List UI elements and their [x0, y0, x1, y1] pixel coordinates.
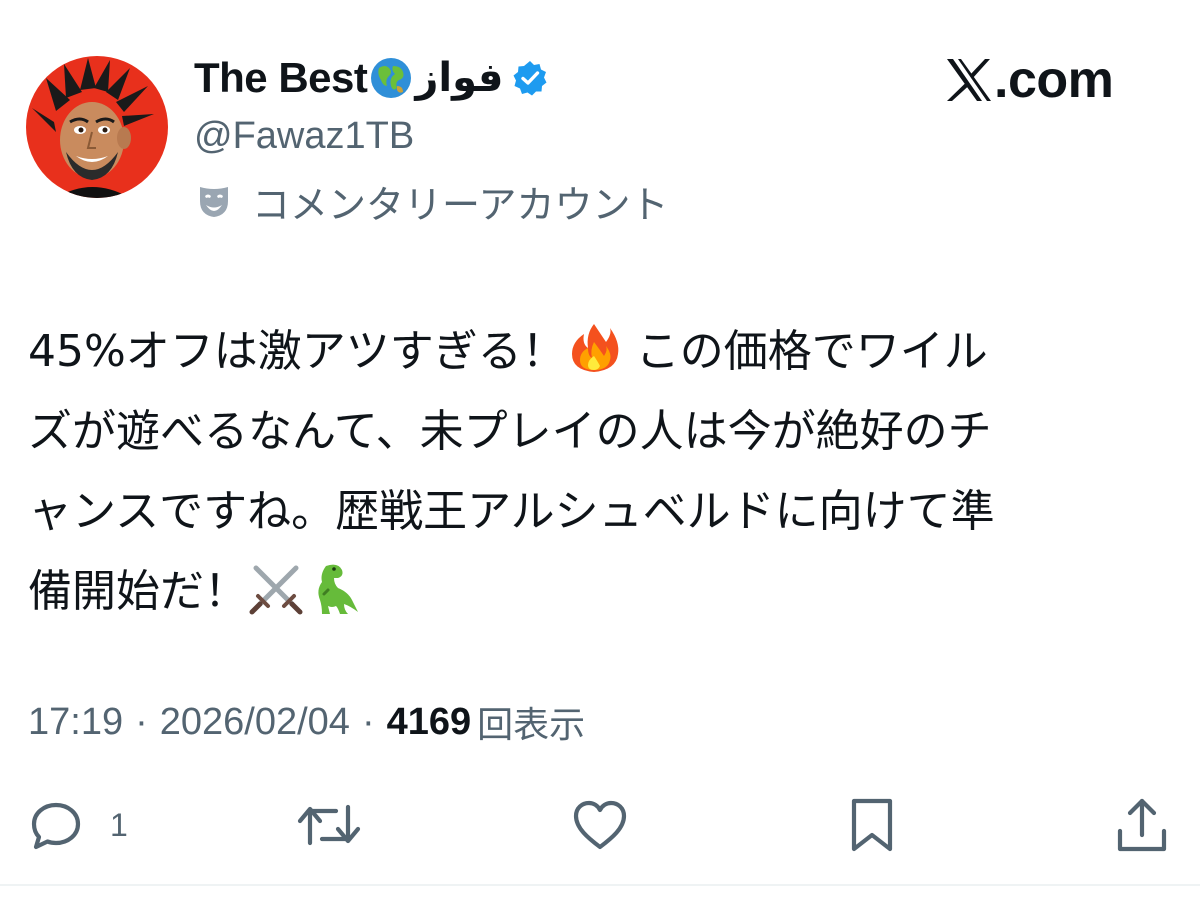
tweet-text-line: ャンスですね。歴戦王アルシュベルドに向けて準 — [28, 486, 995, 537]
avatar[interactable] — [26, 56, 168, 198]
retweet-button[interactable] — [296, 790, 362, 860]
reply-count: 1 — [110, 806, 128, 843]
avatar-image — [26, 56, 168, 198]
share-button[interactable] — [1114, 790, 1170, 860]
author-handle[interactable]: @Fawaz1TB — [194, 115, 414, 158]
verified-badge-icon[interactable] — [511, 59, 549, 97]
like-button[interactable] — [570, 790, 630, 860]
meta-separator: · — [135, 700, 148, 743]
tweet-actions-bar: 1 — [0, 790, 1200, 860]
brand-domain-text: .com — [994, 51, 1114, 109]
tweet-time[interactable]: 17:19 — [28, 701, 123, 744]
meta-separator: · — [361, 700, 375, 743]
tweet-text: 45%オフは激アツすぎる！ この価格でワイル ズが遊べるなんて、未プレイの人は今… — [28, 312, 1148, 632]
tweet-text-segment: この価格でワイル — [621, 326, 988, 377]
x-logo-icon — [947, 59, 991, 101]
retweet-icon — [297, 804, 361, 846]
tweet-text-segment: 備開始だ！ — [28, 566, 248, 617]
account-type-label-row: コメンタリーアカウント — [196, 176, 669, 227]
bookmark-button[interactable] — [846, 790, 898, 860]
share-icon — [1117, 798, 1167, 852]
tweet-text-line: 45%オフは激アツすぎる！ この価格でワイル — [28, 312, 1148, 392]
tweet-text-segment: 45%オフは激アツすぎる！ — [28, 326, 566, 377]
bookmark-icon — [851, 798, 893, 852]
author-display-name[interactable]: The Best — [194, 54, 368, 102]
tweet-meta: 17:19 · 2026/02/04 · 4169 回表示 — [28, 694, 585, 750]
reply-icon — [31, 802, 81, 850]
bottom-divider — [0, 884, 1200, 886]
globe-emoji-icon — [371, 58, 412, 98]
fire-emoji-icon — [571, 324, 619, 372]
views-label[interactable]: 回表示 — [477, 696, 585, 748]
x-com-brand: .com — [944, 48, 1114, 112]
view-count[interactable]: 4169 — [387, 701, 472, 744]
theater-mask-icon — [200, 187, 228, 217]
author-display-name-arabic[interactable]: فواز — [415, 55, 503, 101]
crossed-swords-emoji-icon — [249, 565, 303, 615]
like-icon — [573, 800, 627, 850]
tweet-text-line: ズが遊べるなんて、未プレイの人は今が絶好のチ — [28, 406, 992, 457]
t-rex-emoji-icon — [318, 564, 358, 614]
account-type-label: コメンタリーアカウント — [252, 182, 669, 227]
tweet-date[interactable]: 2026/02/04 — [160, 701, 350, 744]
tweet-text-line: 備開始だ！ — [28, 552, 1148, 632]
author-name-row[interactable]: The Best فواز — [194, 50, 549, 106]
reply-button[interactable]: 1 — [28, 790, 128, 860]
